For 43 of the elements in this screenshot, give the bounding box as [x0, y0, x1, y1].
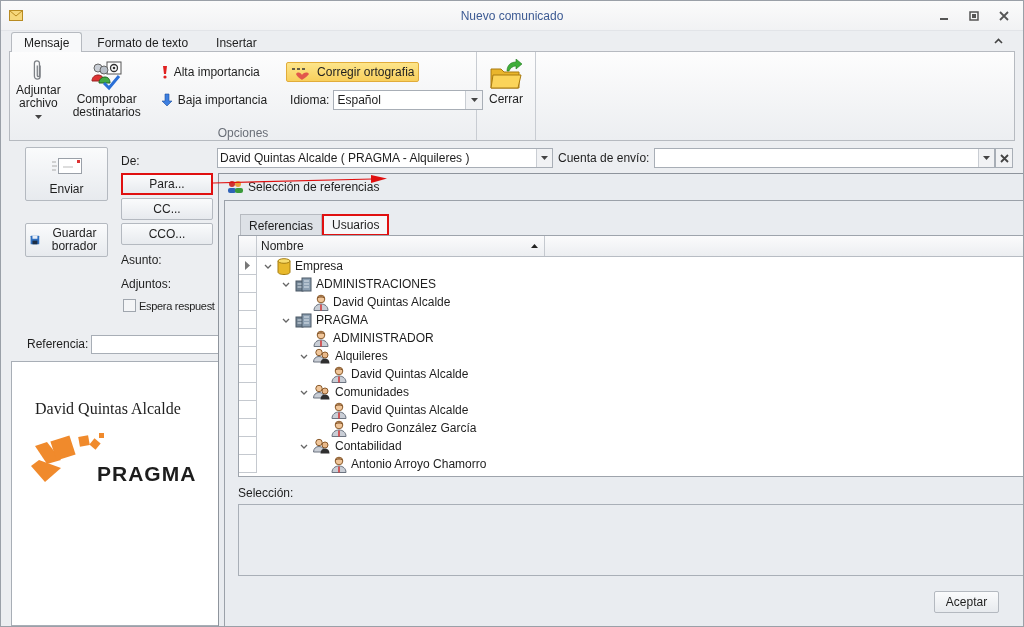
window-title: Nuevo comunicado	[460, 8, 564, 23]
tree-item[interactable]: Comunidades	[335, 385, 410, 399]
high-importance-button[interactable]: Alta importancia	[156, 62, 273, 82]
ribbon-tab[interactable]: Mensaje	[11, 32, 83, 52]
account-label: Cuenta de envío:	[558, 151, 650, 165]
save-draft-button[interactable]: Guardar borrador	[25, 223, 108, 257]
tree-item[interactable]: David Quintas Alcalde	[351, 367, 469, 381]
dialog-tab[interactable]: Usuarios	[322, 214, 390, 236]
tree-item[interactable]: Antonio Arroyo Chamorro	[351, 457, 487, 471]
ribbon-tab[interactable]: Insertar	[203, 32, 270, 52]
group-label: Opciones	[216, 126, 270, 140]
language-dropdown[interactable]: Español	[333, 90, 484, 110]
tree-item[interactable]: ADMINISTRACIONES	[316, 277, 436, 291]
tree-item[interactable]: Alquileres	[335, 349, 388, 363]
from-dropdown[interactable]: David Quintas Alcalde ( PRAGMA - Alquileres )	[217, 148, 553, 168]
spell-check-button[interactable]: Corregir ortografia	[286, 62, 420, 82]
attach-file-button[interactable]: Adjuntar archivo	[12, 56, 65, 126]
attachments-label: Adjuntos:	[121, 276, 173, 293]
tree-item[interactable]: Empresa	[295, 259, 344, 273]
logo-text: PRAGMA	[97, 463, 197, 484]
subject-label: Asunto:	[121, 252, 163, 269]
send-button[interactable]: Enviar	[25, 147, 108, 201]
accept-button[interactable]: Aceptar	[934, 591, 999, 613]
tree-item[interactable]: ADMINISTRADOR	[333, 331, 434, 345]
recipient-button[interactable]: CCO...	[121, 223, 213, 245]
recipient-button[interactable]: Para...	[121, 173, 213, 195]
check-recipients-button[interactable]: Comprobar destinatarios	[68, 56, 145, 126]
dialog-title: Selección de referencias	[248, 180, 380, 194]
tree-item[interactable]: Contabilidad	[335, 439, 402, 453]
reference-label: Referencia:	[27, 337, 89, 351]
tree-item[interactable]: David Quintas Alcalde	[351, 403, 469, 417]
tree-item[interactable]: David Quintas Alcalde	[333, 295, 451, 309]
signature-name: David Quintas Alcalde	[35, 400, 181, 418]
close-button[interactable]: Cerrar	[483, 56, 529, 140]
recipient-button[interactable]: CC...	[121, 198, 213, 220]
tree-item[interactable]: Pedro González García	[351, 421, 477, 435]
checkbox-label: Espera respuest	[139, 299, 215, 312]
dialog-tab[interactable]: Referencias	[240, 214, 323, 236]
ribbon-tab[interactable]: Formato de texto	[84, 32, 202, 52]
tree-item[interactable]: PRAGMA	[316, 313, 368, 327]
language-label: Idioma:	[290, 93, 330, 107]
low-importance-button[interactable]: Baja importancia	[156, 90, 273, 110]
from-label: De:	[121, 153, 141, 170]
